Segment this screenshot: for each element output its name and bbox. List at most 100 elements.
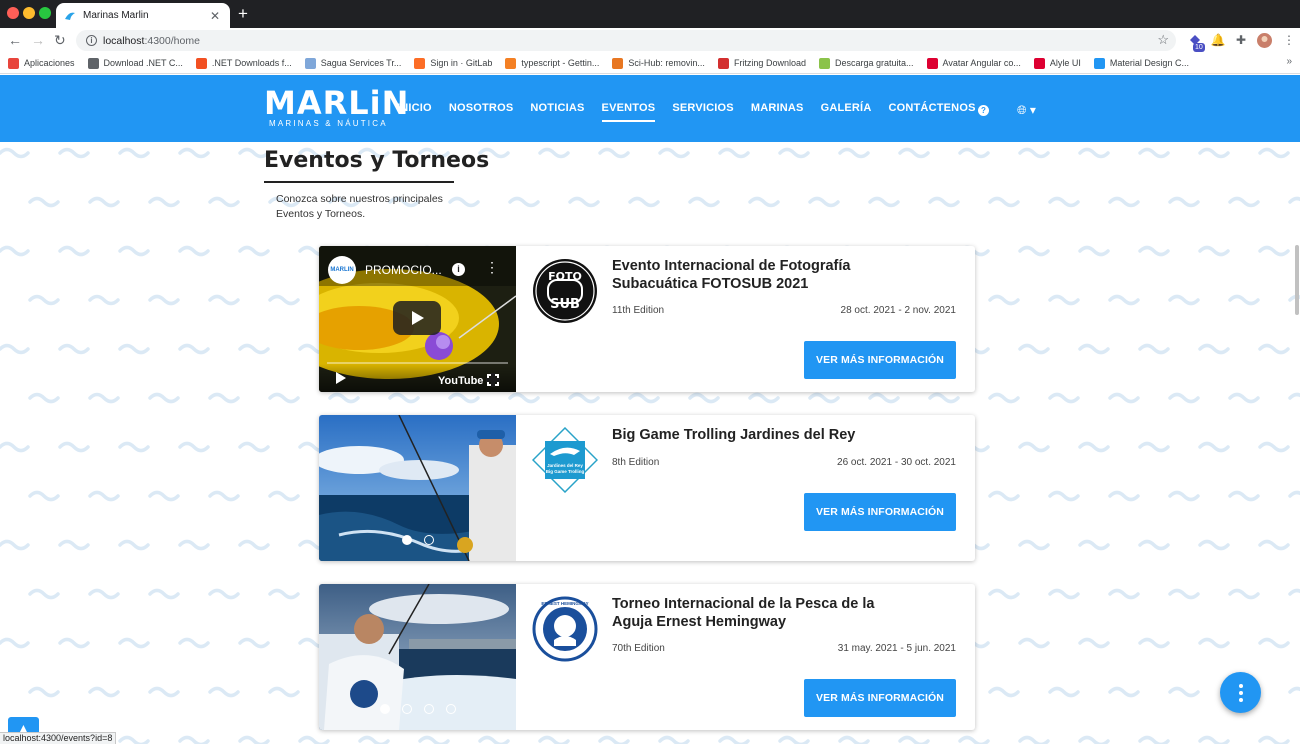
event-image-carousel[interactable] — [319, 584, 516, 730]
menu-item[interactable]: NOTICIAS — [530, 102, 584, 122]
bookmarks-bar: Aplicaciones Download .NET C... .NET Downl… — [0, 53, 1300, 74]
bookmark-favicon-icon — [8, 57, 19, 69]
carousel-dot[interactable] — [379, 704, 390, 714]
carousel-dots — [319, 535, 516, 545]
status-bar-url: localhost:4300/events?id=8 — [0, 732, 117, 744]
minimize-window-button[interactable] — [23, 7, 35, 19]
bookmark-item[interactable]: Descarga gratuita... — [818, 57, 914, 69]
url-text: localhost:4300/home — [103, 34, 200, 47]
bookmark-star-icon[interactable]: ☆ — [1157, 32, 1169, 48]
play-icon[interactable] — [336, 372, 346, 384]
browser-menu-icon[interactable]: ⋮ — [1281, 32, 1297, 48]
carousel-dot[interactable] — [401, 535, 412, 545]
carousel-dot[interactable] — [445, 704, 456, 714]
youtube-video-player[interactable]: MARLIN PROMOCIO... i ⋮ YouTube — [319, 246, 516, 392]
extension-bell-icon[interactable]: 🔔 — [1210, 32, 1226, 48]
bookmark-label: Sci-Hub: removin... — [628, 58, 705, 68]
site-info-icon[interactable]: i — [86, 35, 97, 46]
page-title: Eventos y Torneos — [264, 148, 490, 173]
event-edition: 70th Edition — [612, 643, 665, 654]
forward-arrow-icon[interactable]: → — [31, 31, 45, 49]
bookmark-favicon-icon — [612, 57, 624, 69]
maximize-window-button[interactable] — [39, 7, 51, 19]
main-menu: INICIO NOSOTROS NOTICIAS EVENTOS SERVICIOS MA… — [397, 102, 993, 122]
more-info-button[interactable]: VER MÁS INFORMACIÓN — [804, 341, 956, 379]
browser-tabstrip: Marinas Marlin ✕ + — [0, 0, 1300, 28]
event-edition: 11th Edition — [612, 305, 665, 316]
profile-avatar-icon[interactable] — [1256, 32, 1272, 48]
bookmark-item[interactable]: Material Design C... — [1093, 57, 1189, 69]
carousel-dot[interactable] — [423, 704, 434, 714]
bookmark-item[interactable]: Avatar Angular co... — [926, 57, 1021, 69]
bookmark-item[interactable]: Alyle UI — [1033, 57, 1081, 69]
dot-icon — [1238, 690, 1243, 695]
video-more-icon[interactable]: ⋮ — [485, 260, 499, 274]
event-card: MARLIN PROMOCIO... i ⋮ YouTube FOTO SUB … — [319, 246, 975, 392]
menu-item[interactable]: MARINAS — [751, 102, 804, 122]
bookmark-item[interactable]: Fritzing Download — [717, 57, 806, 69]
bookmark-favicon-icon — [717, 57, 729, 69]
menu-item[interactable]: SERVICIOS — [672, 102, 734, 122]
bookmark-item[interactable]: Sign in · GitLab — [414, 57, 492, 69]
bookmark-item[interactable]: Sagua Services Tr... — [304, 57, 402, 69]
menu-item[interactable]: INICIO — [397, 102, 432, 122]
bookmark-favicon-icon — [414, 57, 426, 69]
channel-avatar[interactable]: MARLIN — [328, 256, 356, 284]
svg-text:Jardines del Rey: Jardines del Rey — [547, 463, 583, 468]
bookmark-item[interactable]: Aplicaciones — [8, 57, 75, 69]
bookmark-favicon-icon — [926, 57, 938, 69]
page-scrollbar[interactable] — [1294, 75, 1300, 744]
menu-item[interactable]: CONTÁCTENOS — [888, 102, 975, 122]
more-actions-fab[interactable] — [1220, 672, 1261, 713]
carousel-dot[interactable] — [401, 704, 412, 714]
fotosub-logo: FOTO SUB — [533, 259, 597, 323]
bookmark-label: Avatar Angular co... — [942, 58, 1021, 68]
language-globe-icon[interactable]: 🌐︎ ▾ — [1017, 103, 1036, 118]
bookmarks-overflow-icon[interactable]: » — [1286, 56, 1292, 67]
bookmark-item[interactable]: Download .NET C... — [87, 57, 183, 69]
logo-tagline: MARINAS & NÁUTICA — [269, 119, 388, 128]
help-icon[interactable]: ? — [978, 105, 989, 116]
menu-item[interactable]: GALERÍA — [821, 102, 872, 122]
marlin-favicon-icon — [64, 10, 76, 22]
browser-tab[interactable]: Marinas Marlin ✕ — [56, 3, 230, 28]
extension-badge: 10 — [1193, 43, 1205, 52]
carousel-dot[interactable] — [423, 535, 434, 545]
bookmark-label: Sagua Services Tr... — [320, 58, 402, 68]
menu-item[interactable]: NOSOTROS — [449, 102, 514, 122]
scrollbar-thumb[interactable] — [1295, 245, 1299, 315]
bookmark-label: .NET Downloads f... — [211, 58, 292, 68]
bookmark-favicon-icon — [818, 57, 830, 69]
event-title: Torneo Internacional de la Pesca de la A… — [612, 596, 875, 630]
event-card: ERNEST HEMINGWAY Torneo Internacional de… — [319, 584, 975, 730]
back-arrow-icon[interactable]: ← — [8, 31, 22, 49]
svg-text:FOTO: FOTO — [548, 270, 582, 283]
info-icon[interactable]: i — [452, 263, 465, 276]
bookmark-favicon-icon — [87, 57, 99, 69]
event-title: Big Game Trolling Jardines del Rey — [612, 427, 856, 443]
extensions-puzzle-icon[interactable]: ✚ — [1233, 32, 1249, 48]
bookmark-item[interactable]: typescript - Gettin... — [505, 57, 599, 69]
new-tab-button[interactable]: + — [238, 4, 248, 24]
fullscreen-icon[interactable] — [486, 373, 500, 387]
video-title[interactable]: PROMOCIO... — [365, 263, 442, 277]
more-info-button[interactable]: VER MÁS INFORMACIÓN — [804, 493, 956, 531]
marlin-logo[interactable]: MARLiN MARINAS & NÁUTICA — [264, 87, 409, 128]
event-dates: 28 oct. 2021 - 2 nov. 2021 — [840, 305, 956, 316]
youtube-logo[interactable]: YouTube — [438, 375, 483, 387]
address-bar[interactable]: i localhost:4300/home ☆ — [76, 30, 1176, 51]
event-image-carousel[interactable] — [319, 415, 516, 561]
close-window-button[interactable] — [7, 7, 19, 19]
video-progress-bar[interactable] — [327, 362, 508, 364]
close-tab-icon[interactable]: ✕ — [208, 9, 222, 23]
reload-icon[interactable]: ↻ — [54, 31, 66, 49]
dot-icon — [1238, 683, 1243, 688]
bookmark-favicon-icon — [195, 57, 207, 69]
more-info-button[interactable]: VER MÁS INFORMACIÓN — [804, 679, 956, 717]
menu-item[interactable]: EVENTOS — [601, 102, 656, 122]
bookmark-item[interactable]: .NET Downloads f... — [195, 57, 292, 69]
play-button[interactable] — [393, 301, 441, 335]
tab-title: Marinas Marlin — [83, 10, 149, 21]
bookmark-favicon-icon — [505, 57, 517, 69]
bookmark-item[interactable]: Sci-Hub: removin... — [612, 57, 705, 69]
